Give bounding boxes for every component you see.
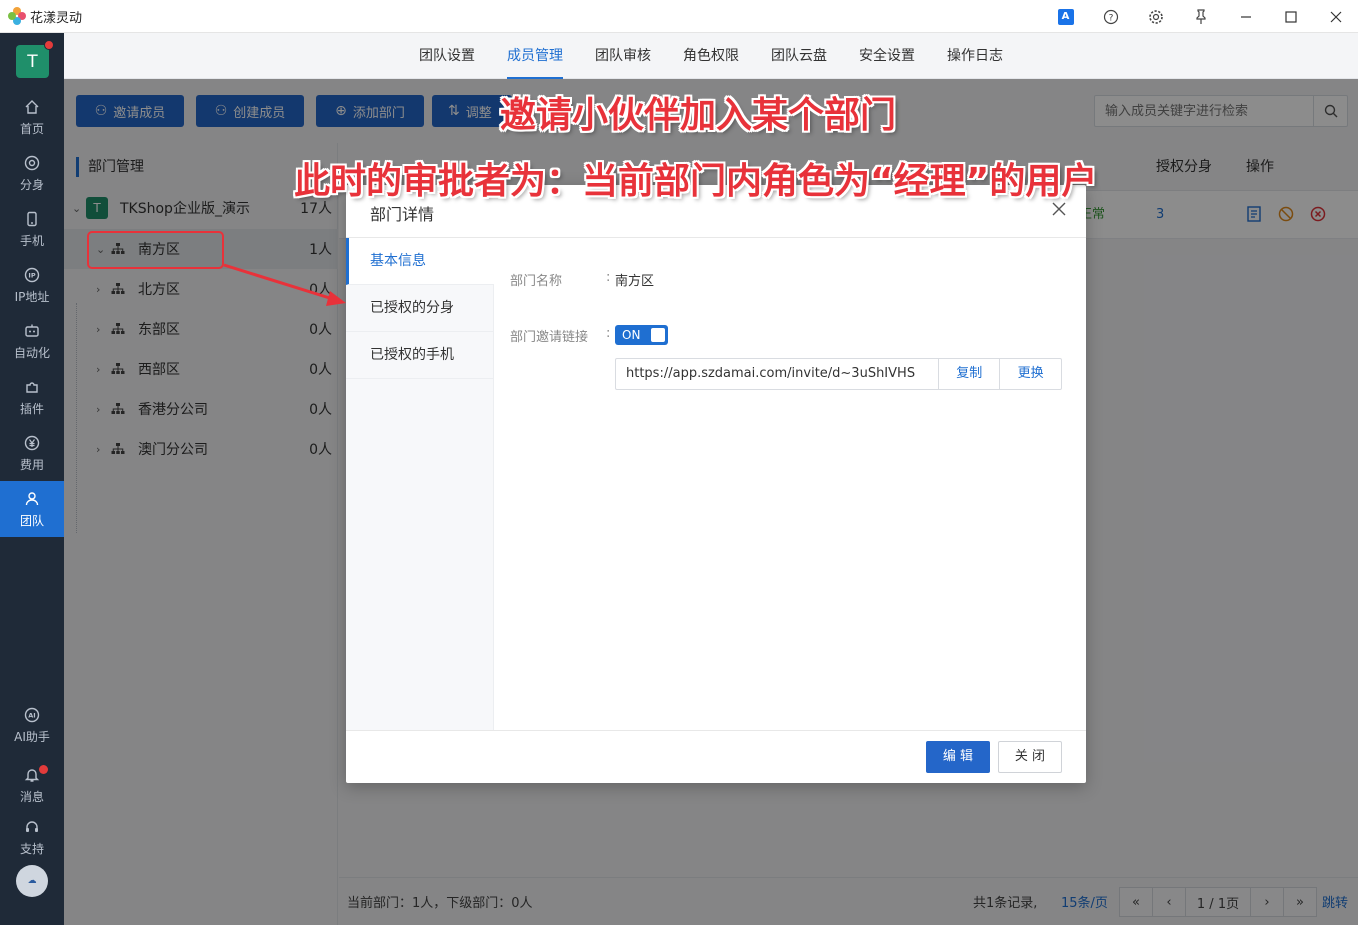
nav-billing[interactable]: 费用	[0, 425, 64, 481]
yen-icon	[24, 435, 40, 450]
pin-icon	[1195, 8, 1206, 24]
left-sidebar: T 首页 分身 手机 IP IP地址 自动化 插件 费用 团队 AI AI助手 …	[0, 33, 64, 925]
nav-label: 分身	[19, 177, 44, 192]
minimize-icon	[1240, 15, 1251, 18]
tab-team-cloud[interactable]: 团队云盘	[771, 33, 827, 79]
modal-title: 部门详情	[370, 205, 435, 224]
toggle-knob	[651, 328, 665, 342]
headset-icon	[26, 820, 38, 832]
gear-icon	[1148, 9, 1163, 24]
nav-label: 自动化	[13, 345, 50, 360]
invite-link-toggle[interactable]: ON	[615, 325, 668, 345]
colon: :	[606, 270, 611, 285]
close-icon	[1052, 202, 1066, 216]
edit-button[interactable]: 编 辑	[926, 741, 990, 773]
tab-security[interactable]: 安全设置	[859, 33, 915, 79]
modal-side-menu: 基本信息 已授权的分身 已授权的手机	[346, 238, 494, 730]
svg-text:?: ?	[1108, 13, 1113, 23]
nav-label: 团队	[19, 513, 44, 528]
brand-logo-icon[interactable]: ☁	[16, 865, 48, 897]
dept-name-value: 南方区	[615, 274, 655, 289]
nav-profiles[interactable]: 分身	[0, 145, 64, 201]
menu-basic-info[interactable]: 基本信息	[346, 238, 494, 285]
settings-button[interactable]	[1133, 0, 1178, 33]
svg-text:IP: IP	[28, 271, 35, 279]
nav-messages[interactable]: 消息	[0, 757, 64, 813]
title-bar: 花漾灵动 A ?	[0, 0, 1358, 33]
annotation-title: 邀请小伙伴加入某个部门	[500, 95, 897, 136]
nav-ip[interactable]: IP IP地址	[0, 257, 64, 313]
avatar[interactable]: T	[16, 40, 54, 78]
tab-role-permissions[interactable]: 角色权限	[683, 33, 739, 79]
invite-link-field[interactable]: https://app.szdamai.com/invite/d~3uShIVH…	[616, 359, 940, 389]
ip-icon: IP	[24, 267, 40, 282]
nav-plugins[interactable]: 插件	[0, 369, 64, 425]
bell-icon	[24, 768, 40, 782]
menu-authorized-profiles[interactable]: 已授权的分身	[346, 285, 494, 332]
nav-label: IP地址	[14, 289, 50, 304]
notification-dot	[39, 765, 48, 774]
tab-team-review[interactable]: 团队审核	[595, 33, 651, 79]
nav-label: 手机	[19, 233, 44, 248]
nav-label: 首页	[19, 121, 44, 136]
nav-ai-assistant[interactable]: AI AI助手	[0, 697, 64, 753]
annotation-subtitle: 此时的审批者为：当前部门内角色为“经理”的用户	[294, 161, 1098, 202]
home-icon	[25, 99, 39, 114]
nav-label: 支持	[19, 841, 44, 856]
copy-link-button[interactable]: 复制	[939, 359, 1001, 389]
svg-text:AI: AI	[28, 711, 35, 719]
close-button[interactable]: 关 闭	[998, 741, 1062, 773]
colon: :	[606, 326, 611, 341]
close-window-button[interactable]	[1313, 0, 1358, 33]
nav-label: AI助手	[14, 729, 50, 744]
invite-link-box: https://app.szdamai.com/invite/d~3uShIVH…	[615, 358, 1062, 390]
puzzle-icon	[26, 381, 38, 393]
nav-label: 消息	[19, 789, 44, 804]
ai-icon: AI	[24, 707, 40, 722]
window-controls: A ?	[1043, 0, 1358, 33]
invite-link-label: 部门邀请链接	[510, 330, 589, 345]
top-tabs: 团队设置 成员管理 团队审核 角色权限 团队云盘 安全设置 操作日志	[64, 33, 1358, 79]
app-title: 花漾灵动	[30, 10, 83, 26]
notification-dot	[44, 40, 54, 50]
nav-team[interactable]: 团队	[0, 481, 64, 537]
phone-icon	[27, 211, 37, 226]
maximize-icon	[1284, 10, 1297, 23]
department-detail-modal: 部门详情 基本信息 已授权的分身 已授权的手机 部门名称 : 南方区 部门邀请链…	[346, 185, 1086, 783]
avatar-letter: T	[27, 51, 38, 72]
modal-footer-divider	[346, 730, 1086, 731]
translate-button[interactable]: A	[1043, 0, 1088, 33]
replace-link-button[interactable]: 更换	[1000, 359, 1061, 389]
app-logo-icon	[8, 7, 26, 25]
translate-icon: A	[1057, 8, 1074, 25]
nav-automation[interactable]: 自动化	[0, 313, 64, 369]
nav-home[interactable]: 首页	[0, 89, 64, 145]
nav-label: 费用	[19, 457, 44, 472]
tab-member-management[interactable]: 成员管理	[507, 33, 563, 79]
tab-team-settings[interactable]: 团队设置	[419, 33, 475, 79]
team-icon	[25, 491, 39, 505]
nav-support[interactable]: 支持	[0, 809, 64, 865]
tab-operation-log[interactable]: 操作日志	[947, 33, 1003, 79]
pin-button[interactable]	[1178, 0, 1223, 33]
close-icon	[1330, 11, 1341, 22]
robot-icon	[25, 324, 39, 337]
highlight-box	[87, 231, 224, 269]
nav-phone[interactable]: 手机	[0, 201, 64, 257]
dept-name-label: 部门名称	[510, 274, 563, 289]
toggle-label: ON	[622, 328, 641, 342]
maximize-button[interactable]	[1268, 0, 1313, 33]
nav-label: 插件	[19, 401, 44, 416]
menu-authorized-phones[interactable]: 已授权的手机	[346, 332, 494, 379]
help-icon: ?	[1103, 9, 1118, 24]
help-button[interactable]: ?	[1088, 0, 1133, 33]
minimize-button[interactable]	[1223, 0, 1268, 33]
browser-icon	[24, 155, 40, 170]
